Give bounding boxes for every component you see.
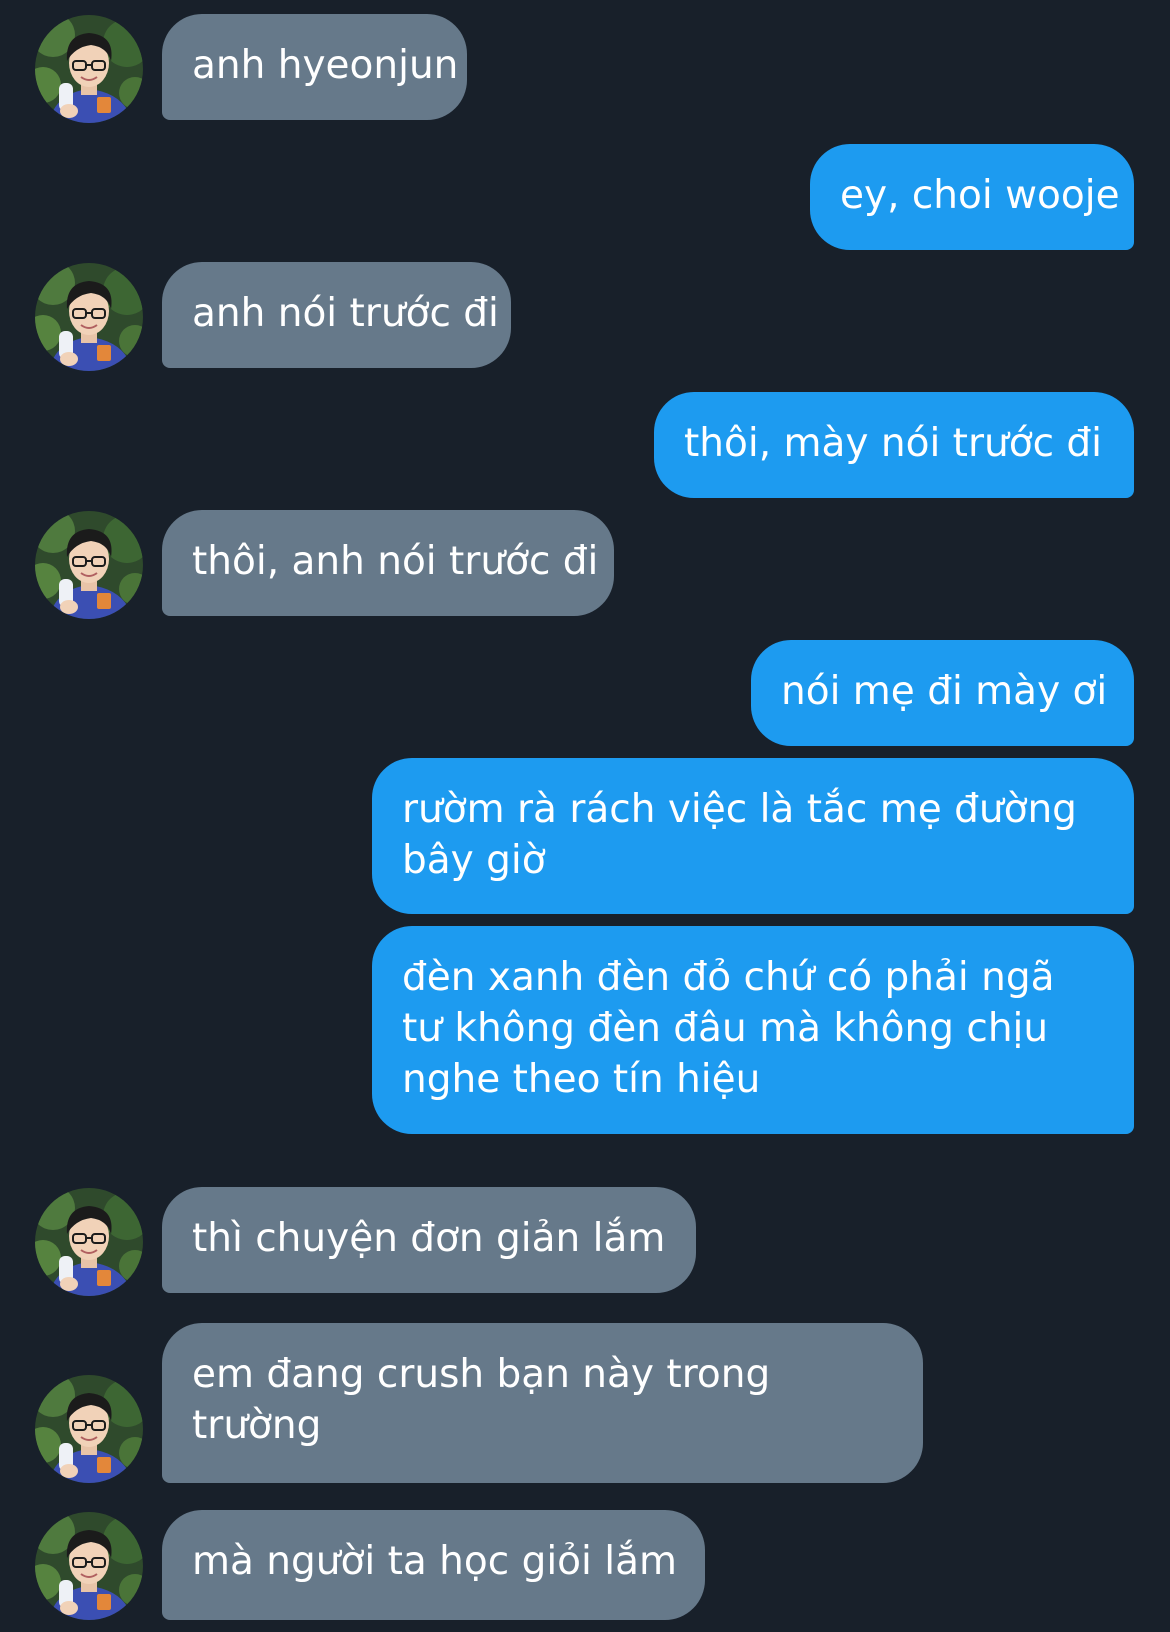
avatar-icon	[35, 15, 143, 123]
contact-avatar[interactable]	[35, 15, 143, 123]
contact-avatar[interactable]	[35, 1188, 143, 1296]
incoming-message-bubble[interactable]: thì chuyện đơn giản lắm	[162, 1187, 696, 1293]
contact-avatar[interactable]	[35, 1375, 143, 1483]
incoming-message-bubble[interactable]: mà người ta học giỏi lắm	[162, 1510, 705, 1620]
incoming-message-bubble[interactable]: anh hyeonjun	[162, 14, 467, 120]
avatar-icon	[35, 1375, 143, 1483]
incoming-message-bubble[interactable]: em đang crush bạn này trong trường	[162, 1323, 923, 1483]
incoming-message-bubble[interactable]: thôi, anh nói trước đi	[162, 510, 614, 616]
avatar-icon	[35, 1512, 143, 1620]
avatar-icon	[35, 511, 143, 619]
contact-avatar[interactable]	[35, 511, 143, 619]
contact-avatar[interactable]	[35, 1512, 143, 1620]
contact-avatar[interactable]	[35, 263, 143, 371]
avatar-icon	[35, 263, 143, 371]
outgoing-message-bubble[interactable]: thôi, mày nói trước đi	[654, 392, 1134, 498]
outgoing-message-bubble[interactable]: ey, choi wooje	[810, 144, 1134, 250]
outgoing-message-bubble[interactable]: rườm rà rách việc là tắc mẹ đường bây gi…	[372, 758, 1134, 914]
outgoing-message-bubble[interactable]: đèn xanh đèn đỏ chứ có phải ngã tư không…	[372, 926, 1134, 1134]
avatar-icon	[35, 1188, 143, 1296]
incoming-message-bubble[interactable]: anh nói trước đi	[162, 262, 511, 368]
outgoing-message-bubble[interactable]: nói mẹ đi mày ơi	[751, 640, 1134, 746]
